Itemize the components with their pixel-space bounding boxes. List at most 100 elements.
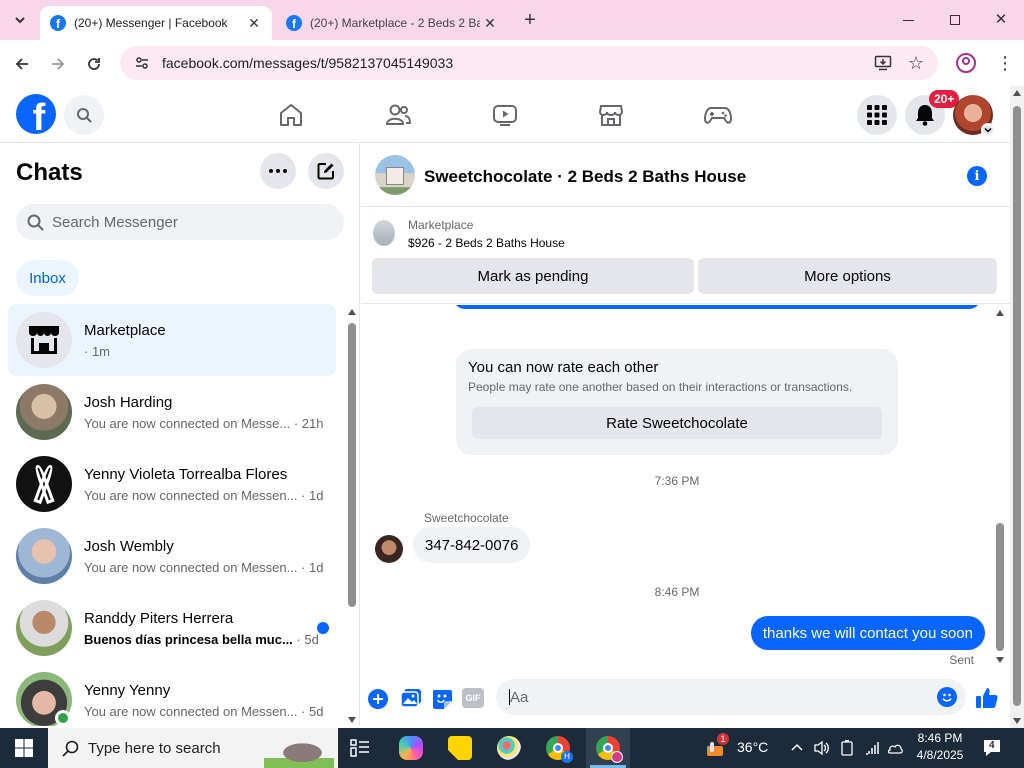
close-window-button[interactable]: ✕ xyxy=(990,9,1012,31)
chats-scrollbar[interactable] xyxy=(346,307,358,725)
start-button[interactable] xyxy=(0,728,48,768)
chat-item-marketplace[interactable]: Marketplace · 1m xyxy=(8,304,336,376)
attach-photo-button[interactable] xyxy=(400,688,422,708)
search-icon xyxy=(62,740,79,757)
conversation-info-button[interactable]: i xyxy=(967,166,987,186)
account-avatar[interactable] xyxy=(953,95,995,137)
nav-watch[interactable] xyxy=(492,102,518,128)
tab-messenger[interactable]: f (20+) Messenger | Facebook ✕ xyxy=(40,6,272,40)
chevron-up-icon xyxy=(791,743,803,751)
maximize-button[interactable] xyxy=(944,10,966,30)
meet-cloud-icon[interactable] xyxy=(886,741,904,755)
address-bar[interactable]: facebook.com/messages/t/9582137045149033… xyxy=(120,46,938,80)
task-view-button[interactable] xyxy=(350,738,370,758)
mark-as-pending-button[interactable]: Mark as pending xyxy=(372,258,694,294)
search-button[interactable] xyxy=(64,95,104,135)
conversation-title[interactable]: Sweetchocolate · 2 Beds 2 Baths House xyxy=(424,167,746,187)
nav-gaming[interactable] xyxy=(703,102,733,128)
reload-button[interactable] xyxy=(82,52,106,76)
tab-marketplace[interactable]: f (20+) Marketplace - 2 Beds 2 Ba ✕ xyxy=(276,6,508,40)
clock-time: 8:46 PM xyxy=(917,731,963,745)
tab-title: (20+) Marketplace - 2 Beds 2 Ba xyxy=(310,16,480,30)
chats-scrollbar-thumb[interactable] xyxy=(348,323,356,607)
tab-search-button[interactable] xyxy=(8,8,32,32)
previous-message-bubble xyxy=(453,305,981,309)
listing-title[interactable]: $926 - 2 Beds 2 Baths House xyxy=(408,236,565,250)
browser-menu-icon[interactable]: ⋮ xyxy=(996,52,1014,74)
notification-count: 4 xyxy=(989,740,995,751)
nav-home[interactable] xyxy=(278,102,304,128)
chat-item-yenny-yenny[interactable]: Yenny Yenny You are now connected on Mes… xyxy=(8,664,336,726)
sticker-button[interactable] xyxy=(431,688,453,710)
chrome-profile-icon[interactable] xyxy=(596,736,623,763)
scroll-up-arrow[interactable] xyxy=(348,309,356,315)
close-tab-icon[interactable]: ✕ xyxy=(480,15,500,32)
thread-scrollbar-thumb[interactable] xyxy=(996,523,1004,651)
chat-item-josh-harding[interactable]: Josh Harding You are now connected on Me… xyxy=(8,376,336,448)
more-actions-button[interactable] xyxy=(368,689,388,709)
chat-item-yenny-violeta[interactable]: Yenny Violeta Torrealba Flores You are n… xyxy=(8,448,336,520)
facebook-logo[interactable]: f xyxy=(16,94,56,134)
scroll-up-arrow[interactable] xyxy=(1013,90,1021,96)
sticky-notes-icon[interactable] xyxy=(448,736,472,760)
network-icon[interactable] xyxy=(864,740,880,756)
bookmark-star-icon[interactable]: ☆ xyxy=(908,53,924,74)
profile-button[interactable] xyxy=(956,53,976,73)
nav-friends[interactable] xyxy=(384,102,412,128)
weather-temp: 36°C xyxy=(737,739,769,755)
copilot-icon[interactable] xyxy=(399,736,423,760)
chat-item-randdy-piters[interactable]: Randdy Piters Herrera Buenos días prince… xyxy=(8,592,336,664)
chrome-icon[interactable]: H xyxy=(546,736,573,763)
message-input[interactable]: Aa xyxy=(496,679,966,715)
page-scrollbar-thumb[interactable] xyxy=(1013,106,1021,706)
conversation-header: Sweetchocolate · 2 Beds 2 Baths House i xyxy=(361,143,1010,207)
chat-item-josh-wembly[interactable]: Josh Wembly You are now connected on Mes… xyxy=(8,520,336,592)
new-message-button[interactable] xyxy=(308,153,344,189)
chat-name: Randdy Piters Herrera xyxy=(84,610,234,627)
sender-avatar[interactable] xyxy=(375,535,403,563)
scroll-down-arrow[interactable] xyxy=(348,717,356,723)
friends-icon xyxy=(385,104,412,125)
clock[interactable]: 8:46 PM 4/8/2025 xyxy=(912,730,968,766)
volume-icon[interactable] xyxy=(814,740,830,756)
outgoing-message-bubble[interactable]: thanks we will contact you soon xyxy=(750,616,985,650)
thread-scrollbar[interactable] xyxy=(993,305,1007,665)
conversation-panel: Sweetchocolate · 2 Beds 2 Baths House i … xyxy=(361,143,1010,726)
taskbar-search-placeholder: Type here to search xyxy=(88,740,221,757)
taskbar-search-box[interactable]: Type here to search xyxy=(48,728,338,768)
notification-center-button[interactable]: 4 xyxy=(982,738,1004,758)
scroll-up-arrow[interactable] xyxy=(996,310,1004,316)
more-options-button[interactable]: More options xyxy=(698,258,997,294)
chat-options-button[interactable] xyxy=(260,153,296,189)
photo-icon xyxy=(400,689,421,708)
menu-button[interactable] xyxy=(857,95,897,135)
emoji-button[interactable] xyxy=(937,687,957,707)
gif-button[interactable]: GIF xyxy=(462,688,484,708)
rate-button[interactable]: Rate Sweetchocolate xyxy=(472,407,882,439)
minimize-button[interactable] xyxy=(898,10,920,30)
scroll-down-arrow[interactable] xyxy=(1013,718,1021,724)
battery-icon[interactable] xyxy=(840,740,854,756)
install-app-icon[interactable] xyxy=(874,54,892,75)
listing-avatar[interactable] xyxy=(375,155,415,195)
back-button[interactable] xyxy=(10,52,34,76)
site-info-icon[interactable] xyxy=(134,55,150,71)
listing-thumbnail[interactable] xyxy=(373,220,395,246)
like-button[interactable] xyxy=(975,686,999,710)
forward-button[interactable] xyxy=(46,52,70,76)
scroll-down-arrow[interactable] xyxy=(996,657,1004,663)
inbox-filter-button[interactable]: Inbox xyxy=(16,260,79,296)
weather-widget[interactable]: 1 36°C xyxy=(705,733,775,760)
avatar xyxy=(16,456,72,512)
chat-preview: You are now connected on Messe... · 21h xyxy=(84,416,324,431)
close-tab-icon[interactable]: ✕ xyxy=(244,15,264,32)
minimize-icon xyxy=(903,20,914,21)
incoming-message-bubble[interactable]: 347-842-0076 xyxy=(413,527,531,563)
show-hidden-icons-button[interactable] xyxy=(790,741,804,755)
paint-icon[interactable] xyxy=(497,736,521,760)
nav-marketplace[interactable] xyxy=(598,102,624,128)
new-tab-button[interactable]: + xyxy=(518,9,542,31)
search-messenger-input[interactable]: Search Messenger xyxy=(16,204,344,240)
facebook-favicon-icon: f xyxy=(286,15,302,31)
page-scrollbar[interactable] xyxy=(1010,86,1024,728)
